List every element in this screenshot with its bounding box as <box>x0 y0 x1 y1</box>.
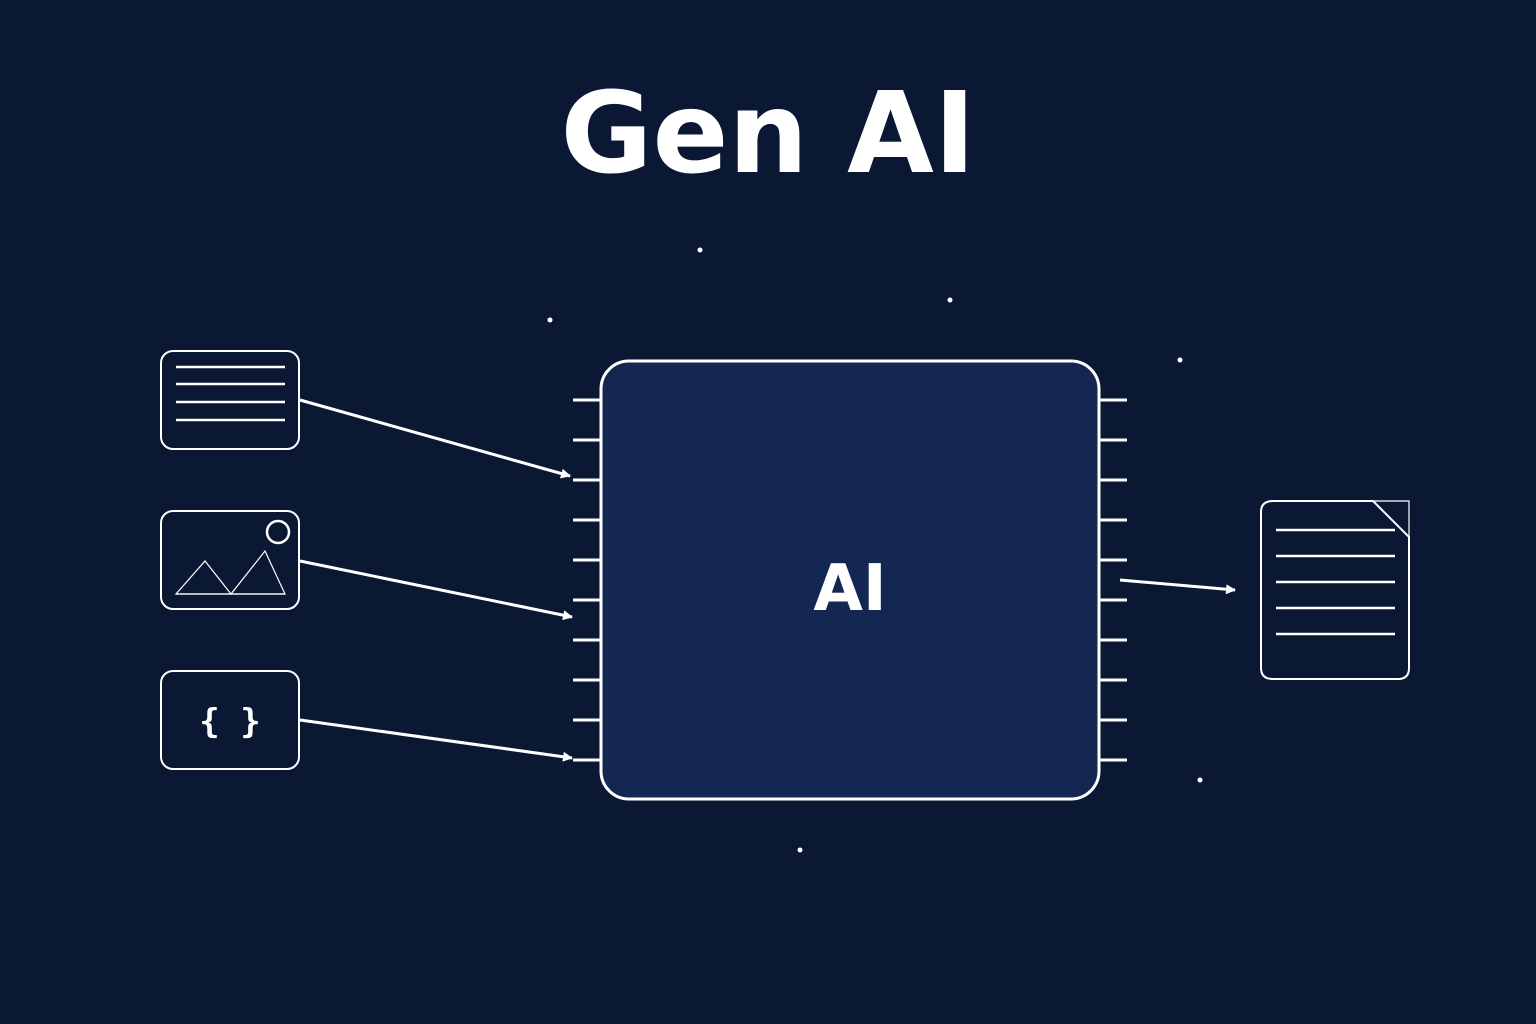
input-text-document <box>160 350 300 450</box>
sparkle-dot <box>697 247 703 253</box>
code-braces-icon: { } <box>199 702 260 742</box>
input-code: { } <box>160 670 300 770</box>
sparkle-dot <box>947 297 953 303</box>
page-fold-corner <box>1371 500 1410 539</box>
chip-pins-left <box>573 398 602 762</box>
sparkle-dot <box>1197 777 1203 783</box>
input-image <box>160 510 300 610</box>
diagram-title: Gen AI <box>561 69 976 199</box>
sparkle-dot <box>797 847 803 853</box>
diagram-canvas: Gen AI AI {} <box>0 0 1536 1024</box>
sparkle-dot <box>547 317 553 323</box>
text-lines-icon <box>176 365 285 422</box>
arrow-code-to-chip <box>299 718 573 762</box>
image-mountain-icon <box>174 519 291 595</box>
gen-ai-diagram: Gen AI AI {} <box>160 69 1410 853</box>
output-text-lines <box>1276 528 1395 636</box>
ai-chip-label: AI <box>813 552 886 626</box>
document-page-icon <box>1260 500 1410 680</box>
input-arrows <box>299 398 573 762</box>
sparkle-dot <box>1177 357 1183 363</box>
arrow-chip-to-output <box>1119 578 1236 595</box>
arrow-text-to-chip <box>299 398 571 479</box>
arrow-image-to-chip <box>299 559 573 621</box>
output-document <box>1260 500 1410 680</box>
